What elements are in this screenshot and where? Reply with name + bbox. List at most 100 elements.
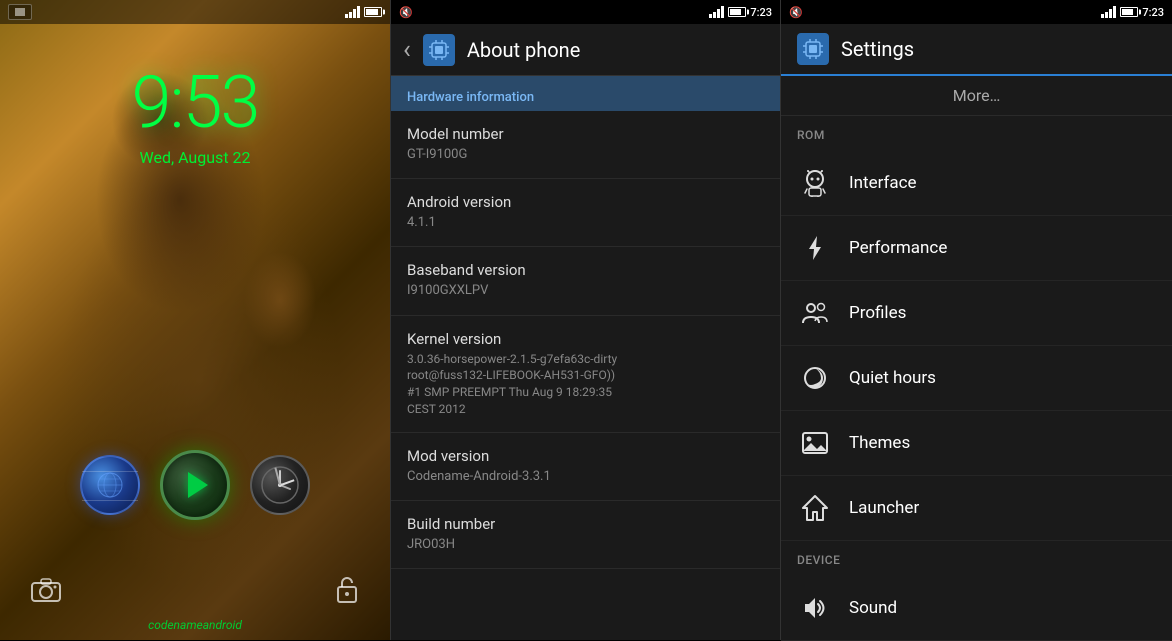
about-android-item: Android version 4.1.1 [391, 179, 780, 247]
launcher-svg-icon [801, 494, 829, 522]
phone-chip-icon [428, 39, 450, 61]
about-signal-icon [709, 6, 724, 18]
about-title: About phone [467, 38, 581, 62]
about-kernel-label: Kernel version [407, 330, 764, 348]
performance-icon [797, 230, 833, 266]
lock-svg-icon [334, 574, 360, 604]
lock-time: 9:53 [0, 60, 390, 145]
about-model-value: GT-I9100G [407, 146, 764, 164]
about-build-value: JRO03H [407, 536, 764, 554]
sound-icon [797, 590, 833, 626]
about-status-left: 🔇 [399, 6, 413, 19]
sound-svg-icon [801, 594, 829, 622]
settings-status-time: 7:23 [1142, 6, 1164, 19]
about-scroll: Hardware information Model number GT-I91… [391, 76, 780, 569]
settings-status-bar: 🔇 7:23 [781, 0, 1172, 24]
themes-icon [797, 425, 833, 461]
camera-svg-icon [30, 575, 62, 603]
launcher-icon [797, 490, 833, 526]
about-android-label: Android version [407, 193, 764, 211]
battery-icon [364, 7, 382, 17]
settings-status-right: 7:23 [1101, 6, 1164, 19]
settings-item-interface[interactable]: Interface [781, 151, 1172, 216]
back-button[interactable]: ‹ [403, 35, 411, 65]
launcher-label: Launcher [849, 498, 919, 518]
interface-icon [797, 165, 833, 201]
lock-screen-icon [8, 4, 32, 20]
about-mod-value: Codename-Android-3.3.1 [407, 468, 764, 486]
settings-item-sound[interactable]: Sound [781, 576, 1172, 641]
settings-item-quiet-hours[interactable]: Quiet hours [781, 346, 1172, 411]
about-battery-icon [728, 7, 746, 17]
lock-widgets [0, 450, 390, 520]
settings-device-header: DEVICE [781, 541, 1172, 572]
about-status-bar: 🔇 7:23 [391, 0, 780, 24]
settings-rom-header-text: ROM [797, 128, 825, 142]
lock-status-bar [0, 0, 390, 24]
analog-clock-icon [260, 465, 300, 505]
interface-label: Interface [849, 173, 917, 193]
settings-item-profiles[interactable]: Profiles [781, 281, 1172, 346]
settings-signal-icon [1101, 6, 1116, 18]
about-content: Hardware information Model number GT-I91… [391, 76, 780, 640]
settings-item-launcher[interactable]: Launcher [781, 476, 1172, 541]
about-status-right: 7:23 [709, 6, 772, 19]
interface-svg-icon [801, 169, 829, 197]
quiet-hours-svg-icon [801, 364, 829, 392]
about-title-bar: ‹ About phone [391, 24, 780, 76]
media-widget[interactable] [160, 450, 230, 520]
globe-icon [95, 470, 125, 500]
lock-screen: 9:53 Wed, August 22 [0, 0, 390, 640]
about-baseband-label: Baseband version [407, 261, 764, 279]
settings-panel: 🔇 7:23 [781, 0, 1172, 640]
lock-status-right [345, 6, 382, 18]
settings-device-header-text: DEVICE [797, 553, 840, 567]
profiles-icon [797, 295, 833, 331]
profiles-svg-icon [801, 299, 829, 327]
camera-icon[interactable] [30, 575, 62, 610]
performance-svg-icon [801, 234, 829, 262]
play-icon [188, 472, 208, 498]
profiles-label: Profiles [849, 303, 906, 323]
about-kernel-value: 3.0.36-horsepower-2.1.5-g7efa63c-dirty r… [407, 351, 764, 418]
lock-brand-text: codenameandroid [0, 618, 390, 632]
settings-more-button[interactable]: More… [781, 76, 1172, 116]
settings-chip-icon [802, 38, 824, 60]
about-baseband-item: Baseband version I9100GXXLPV [391, 247, 780, 315]
settings-mute-icon: 🔇 [789, 6, 803, 19]
themes-label: Themes [849, 433, 910, 453]
about-build-item: Build number JRO03H [391, 501, 780, 569]
about-model-item: Model number GT-I9100G [391, 111, 780, 179]
about-android-value: 4.1.1 [407, 214, 764, 232]
lock-background: 9:53 Wed, August 22 [0, 0, 390, 640]
about-model-label: Model number [407, 125, 764, 143]
settings-title: Settings [841, 37, 914, 61]
quiet-hours-label: Quiet hours [849, 368, 936, 388]
about-build-label: Build number [407, 515, 764, 533]
settings-panel-icon [797, 33, 829, 65]
settings-title-bar: Settings [781, 24, 1172, 76]
settings-status-left: 🔇 [789, 6, 803, 19]
lock-bottom-bar [0, 574, 390, 610]
quiet-hours-icon [797, 360, 833, 396]
globe-widget[interactable] [80, 455, 140, 515]
about-status-time: 7:23 [750, 6, 772, 19]
themes-svg-icon [801, 429, 829, 457]
clock-widget[interactable] [250, 455, 310, 515]
mute-icon: 🔇 [399, 6, 413, 19]
about-section-header: Hardware information [391, 76, 780, 111]
about-phone-panel: 🔇 7:23 ‹ [390, 0, 781, 640]
about-mod-label: Mod version [407, 447, 764, 465]
about-kernel-item: Kernel version 3.0.36-horsepower-2.1.5-g… [391, 316, 780, 433]
about-section-header-text: Hardware information [407, 90, 534, 105]
unlock-icon[interactable] [334, 574, 360, 610]
signal-icon [345, 6, 360, 18]
lock-date: Wed, August 22 [0, 148, 390, 167]
sound-label: Sound [849, 598, 897, 618]
about-baseband-value: I9100GXXLPV [407, 282, 764, 300]
about-phone-icon [423, 34, 455, 66]
settings-battery-icon [1120, 7, 1138, 17]
settings-rom-header: ROM [781, 116, 1172, 147]
settings-item-performance[interactable]: Performance [781, 216, 1172, 281]
settings-item-themes[interactable]: Themes [781, 411, 1172, 476]
